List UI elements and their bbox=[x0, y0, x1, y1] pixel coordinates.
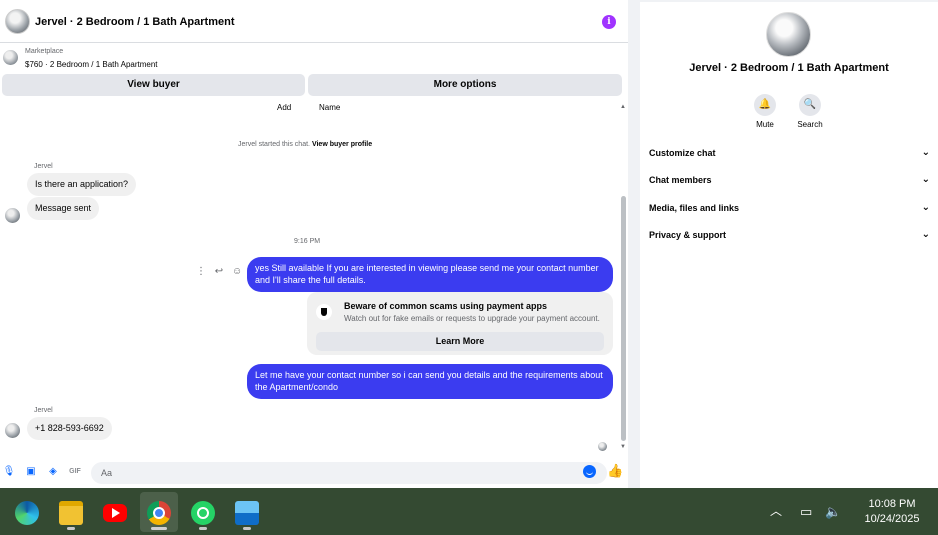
photo-icon[interactable]: ▣ bbox=[24, 465, 38, 479]
search-icon: 🔍 bbox=[803, 99, 817, 110]
system-clock[interactable]: 10:08 PM 10/24/2025 bbox=[852, 497, 932, 527]
section-privacy-support[interactable]: Privacy & support ⌄ bbox=[649, 225, 930, 245]
search-button[interactable]: 🔍 bbox=[799, 94, 821, 116]
thumbs-up-icon[interactable]: 👍 bbox=[607, 463, 623, 479]
taskbar-youtube[interactable] bbox=[96, 492, 134, 532]
outgoing-message[interactable]: Let me have your contact number so i can… bbox=[247, 364, 613, 399]
mute-button[interactable]: 🔔 bbox=[754, 94, 776, 116]
whatsapp-icon bbox=[191, 501, 215, 525]
youtube-icon bbox=[103, 504, 127, 522]
mute-label: Mute bbox=[756, 120, 774, 129]
view-buyer-button[interactable]: View buyer bbox=[2, 74, 305, 96]
network-icon[interactable]: ▭ bbox=[800, 488, 812, 535]
gif-icon[interactable]: GIF bbox=[68, 465, 82, 479]
warning-title: Beware of common scams using payment app… bbox=[344, 301, 548, 311]
scroll-down-icon[interactable]: ▼ bbox=[620, 444, 626, 450]
shield-icon bbox=[316, 304, 332, 320]
active-indicator bbox=[151, 527, 167, 530]
section-media-files-links[interactable]: Media, files and links ⌄ bbox=[649, 198, 930, 218]
listing-avatar-large[interactable] bbox=[766, 12, 811, 57]
section-label: Customize chat bbox=[649, 148, 716, 158]
composer: 🎙 ▣ ◈ GIF 👍 bbox=[0, 460, 628, 486]
emoji-icon[interactable] bbox=[583, 465, 596, 478]
listing-detail: $760 · 2 Bedroom / 1 Bath Apartment bbox=[25, 60, 158, 69]
view-buyer-profile-link[interactable]: View buyer profile bbox=[312, 141, 372, 148]
taskbar-whatsapp[interactable] bbox=[184, 492, 222, 532]
clock-time: 10:08 PM bbox=[868, 498, 916, 510]
chevron-up-icon[interactable]: ︿ bbox=[770, 488, 782, 535]
message-scrollbar[interactable]: ▲ ▼ bbox=[619, 104, 628, 453]
conversation-name: Jervel · 2 Bedroom / 1 Bath Apartment bbox=[689, 62, 889, 74]
chat-header: Jervel · 2 Bedroom / 1 Bath Apartment i bbox=[0, 0, 628, 43]
clock-date: 10/24/2025 bbox=[864, 513, 920, 525]
chevron-down-icon: ⌄ bbox=[921, 202, 930, 213]
running-indicator bbox=[199, 527, 207, 530]
chevron-down-icon: ⌄ bbox=[921, 147, 930, 158]
seen-avatar bbox=[598, 442, 607, 451]
chat-pane: Jervel · 2 Bedroom / 1 Bath Apartment i … bbox=[0, 0, 628, 488]
message-actions: ⋮ ↩ ☺ bbox=[196, 266, 248, 277]
listing-source: Marketplace bbox=[25, 48, 64, 55]
running-indicator bbox=[243, 527, 251, 530]
message-timestamp: 9:16 PM bbox=[294, 238, 321, 245]
chevron-down-icon: ⌄ bbox=[921, 174, 930, 185]
scroll-up-icon[interactable]: ▲ bbox=[620, 104, 626, 110]
sticker-icon[interactable]: ◈ bbox=[46, 465, 60, 479]
section-chat-members[interactable]: Chat members ⌄ bbox=[649, 170, 930, 190]
sender-avatar[interactable] bbox=[5, 208, 20, 223]
sender-name: Jervel bbox=[34, 163, 53, 170]
sender-name: Jervel bbox=[34, 407, 53, 414]
taskbar-photos[interactable] bbox=[228, 492, 266, 532]
react-icon[interactable]: ☺ bbox=[232, 266, 242, 277]
volume-icon[interactable]: 🔈 bbox=[825, 488, 841, 535]
scam-warning-card: Beware of common scams using payment app… bbox=[307, 292, 613, 355]
running-indicator bbox=[67, 527, 75, 530]
outgoing-message[interactable]: yes Still available If you are intereste… bbox=[247, 257, 613, 292]
chat-started-text: Jervel started this chat. bbox=[238, 141, 310, 148]
listing-avatar[interactable] bbox=[5, 9, 30, 34]
learn-more-button[interactable]: Learn More bbox=[316, 332, 604, 351]
listing-thumbnail bbox=[3, 50, 18, 65]
chevron-down-icon: ⌄ bbox=[921, 229, 930, 240]
bell-icon: 🔔 bbox=[758, 99, 772, 110]
reply-icon[interactable]: ↩ bbox=[215, 266, 223, 277]
incoming-message[interactable]: Message sent bbox=[27, 197, 100, 220]
more-options-button[interactable]: More options bbox=[308, 74, 622, 96]
add-label: Add bbox=[277, 103, 292, 112]
message-list: Add Name Jervel started this chat. View … bbox=[0, 101, 628, 457]
listing-bar[interactable]: Marketplace $760 · 2 Bedroom / 1 Bath Ap… bbox=[0, 43, 628, 73]
taskbar-chrome[interactable] bbox=[140, 492, 178, 532]
section-label: Chat members bbox=[649, 175, 712, 185]
conversation-info-panel: Jervel · 2 Bedroom / 1 Bath Apartment 🔔 … bbox=[640, 2, 938, 488]
message-input[interactable] bbox=[91, 462, 607, 484]
warning-subtitle: Watch out for fake emails or requests to… bbox=[344, 314, 600, 323]
section-label: Media, files and links bbox=[649, 203, 740, 213]
sender-avatar[interactable] bbox=[5, 423, 20, 438]
chat-started-notice: Jervel started this chat. View buyer pro… bbox=[238, 141, 372, 148]
incoming-message[interactable]: Is there an application? bbox=[27, 173, 137, 196]
photos-icon bbox=[235, 501, 259, 525]
search-label: Search bbox=[797, 120, 823, 129]
scrollbar-thumb[interactable] bbox=[621, 196, 626, 441]
chat-title[interactable]: Jervel · 2 Bedroom / 1 Bath Apartment bbox=[35, 16, 234, 28]
microphone-icon[interactable]: 🎙 bbox=[2, 465, 16, 479]
taskbar: ︿ ▭ 🔈 10:08 PM 10/24/2025 bbox=[0, 488, 938, 535]
name-label: Name bbox=[319, 103, 341, 112]
taskbar-edge[interactable] bbox=[8, 492, 46, 532]
incoming-message[interactable]: +1 828-593-6692 bbox=[27, 417, 112, 440]
chrome-icon bbox=[147, 501, 171, 525]
info-icon[interactable]: i bbox=[602, 15, 616, 29]
section-customize-chat[interactable]: Customize chat ⌄ bbox=[649, 143, 930, 163]
taskbar-file-explorer[interactable] bbox=[52, 492, 90, 532]
edge-icon bbox=[15, 501, 39, 525]
section-label: Privacy & support bbox=[649, 230, 727, 240]
more-icon[interactable]: ⋮ bbox=[196, 266, 206, 277]
file-explorer-icon bbox=[59, 501, 83, 525]
